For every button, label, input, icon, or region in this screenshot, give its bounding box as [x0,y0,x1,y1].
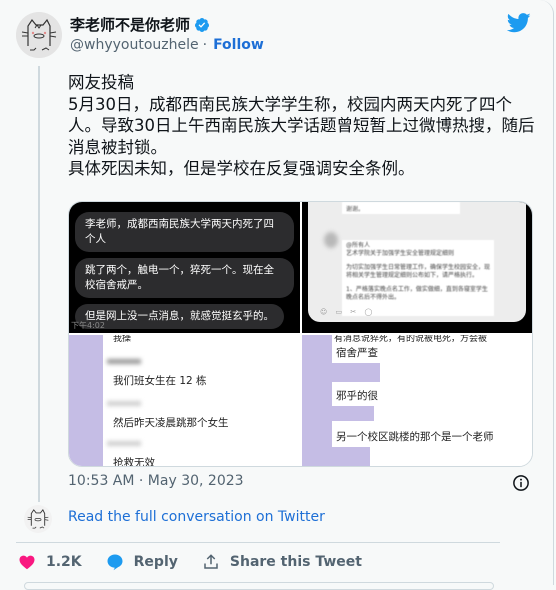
purple-block [302,335,332,361]
author-handle[interactable]: @whyyoutouzhele [70,37,199,53]
twitter-bird-icon[interactable] [507,12,531,34]
chat-toolbar-icons: ☺ ▭ ✂ ◯ [320,308,376,316]
cat-drawing-icon [16,12,62,58]
author-name-row: 李老师不是你老师 [70,14,210,35]
media-image-chat-dark[interactable]: 李老师，成都西南民族大学两天内死了四个人 跳了两个，触电一个，猝死一个。现在全校… [69,202,300,333]
divider [16,542,500,543]
chat-message: 邪乎的很 [336,390,378,402]
tweet-embed-card: 李老师不是你老师 @whyyoutouzhele · Follow 网友投稿 5… [0,0,554,590]
share-button[interactable]: Share this Tweet [202,553,362,571]
media-grid: 李老师，成都西南民族大学两天内死了四个人 跳了两个，触电一个，猝死一个。现在全校… [68,201,533,467]
author-display-name[interactable]: 李老师不是你老师 [70,14,190,35]
share-label: Share this Tweet [229,554,362,570]
chat-sidebar-strip [69,335,103,466]
chat-message: 宿舍严查 [336,347,378,359]
notice-top-message: 谢谢。 [342,202,460,214]
reply-button[interactable]: Reply [106,553,178,571]
like-count: 1.2K [46,554,82,570]
media-image-chat-purple-left[interactable]: 我操 我们班女生在 12 栋 然后昨天凌晨跳那个女生 抢救无效 [69,335,300,466]
tweet-text: 网友投稿 5月30日，成都西南民族大学学生称，校园内两天内死了四个人。导致30日… [68,73,535,178]
notice-screen: 谢谢。 @所有人 艺术学院关于加强学生安全管理规定细则 为切实加强学生日常管理工… [308,202,526,322]
verified-badge-icon [195,17,210,32]
tweet-timestamp[interactable]: 10:53 AM · May 30, 2023 [68,473,244,489]
author-handle-row: @whyyoutouzhele · Follow [70,37,264,53]
blurred-sender [107,401,141,406]
cat-drawing-icon [27,509,49,529]
thread-line [38,66,40,502]
chat-timestamp: 下午4:02 [71,321,105,330]
chat-message: 另一个校区跳楼的那个是一个老师 [336,431,494,443]
blurred-sender [107,359,141,364]
chat-message-partial: 我操 [113,335,132,344]
media-image-notice[interactable]: 谢谢。 @所有人 艺术学院关于加强学生安全管理规定细则 为切实加强学生日常管理工… [302,202,532,333]
read-full-conversation-link[interactable]: Read the full conversation on Twitter [68,509,325,525]
separator-dot: · [202,37,208,53]
next-card-edge [24,582,494,590]
notice-line: 为切实加强学生日常管理工作，确保学生校园安全，现将相关学生管理规定细则公布如下，… [346,264,491,279]
media-image-chat-purple-right[interactable]: 有消息说猝死，有的说被电死，方会被 宿舍严查 邪乎的很 另一个校区跳楼的那个是一… [302,335,532,466]
speech-bubble-icon [107,554,123,571]
chat-message: 抢救无效 [113,457,155,466]
reply-avatar [24,505,52,533]
like-button[interactable]: 1.2K [18,553,82,571]
notice-line: 1、严格落实晚点名工作，做实做细，直到各寝室学生晚点名后不得外出。 [346,286,488,301]
blurred-sender [107,441,141,446]
notice-line: @所有人 [346,242,371,249]
info-icon[interactable] [512,474,530,492]
chat-bubble: 跳了两个，触电一个，猝死一个。现在全校宿舍戒严。 [75,258,294,298]
reply-label: Reply [133,554,178,570]
chat-bubble: 李老师，成都西南民族大学两天内死了四个人 [75,212,294,252]
chat-message: 然后昨天凌晨跳那个女生 [113,417,229,429]
author-avatar[interactable] [16,12,62,58]
chat-message: 我们班女生在 12 栋 [113,375,207,387]
notice-message: @所有人 艺术学院关于加强学生安全管理规定细则 为切实加强学生日常管理工作，确保… [342,240,494,316]
blurred-avatar [324,232,338,248]
share-upload-icon [204,554,218,569]
notice-line: 艺术学院关于加强学生安全管理规定细则 [346,250,455,257]
heart-icon [19,555,35,570]
follow-button[interactable]: Follow [213,37,264,53]
tweet-actions: 1.2K Reply Share this Tweet [18,553,386,571]
chat-bubble: 但是网上没一点消息，就感觉挺玄乎的。 [75,304,284,329]
